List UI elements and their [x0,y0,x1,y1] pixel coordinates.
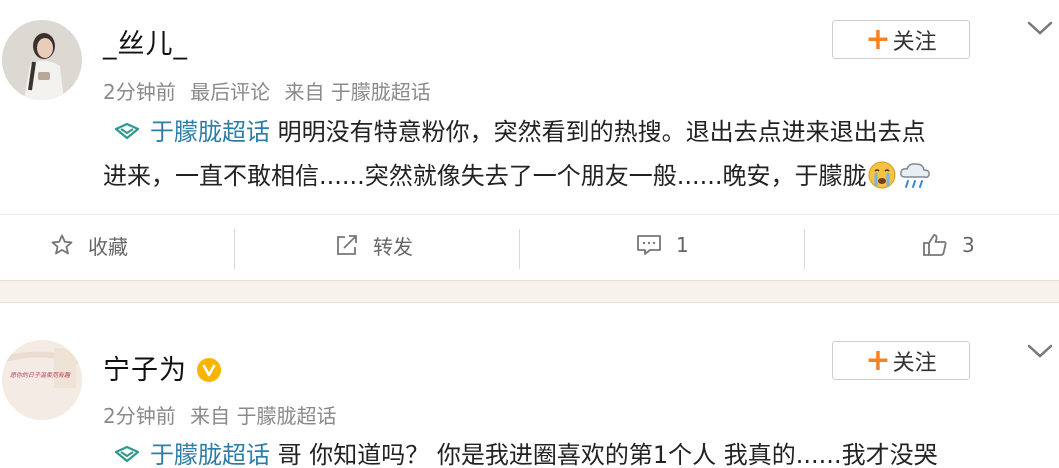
content-line: 进来，一直不敢相信......突然就像失去了一个朋友一般......晚安，于朦胧 [103,154,1038,198]
comment-meta: 2分钟前 来自 于朦胧超话 [103,400,344,429]
favorite-button[interactable]: 收藏 [50,215,128,275]
timestamp: 2分钟前 [103,80,176,104]
chevron-down-icon[interactable] [1026,18,1054,38]
star-icon [51,234,73,255]
card-separator [0,280,1059,303]
divider [804,229,805,269]
comment-count: 1 [676,233,689,257]
action-bar: 收藏 转发 1 3 [0,214,1059,275]
follow-button[interactable]: + 关注 [832,341,970,380]
comment-card: 愿你的日子温柔而有趣 宁子为 2分钟前 来自 于朦胧超话 + 关注 于朦胧超话 … [0,303,1059,468]
username-text[interactable]: 宁子为 [103,355,187,386]
content-line: 于朦胧超话 哥 你知道吗？ 你是我进圈喜欢的第1个人 我真的......我才没哭 [100,433,1038,468]
follow-label: 关注 [892,350,937,376]
like-count: 3 [962,233,975,257]
plus-icon: + [865,342,891,378]
avatar[interactable] [2,20,82,100]
favorite-label: 收藏 [88,234,128,259]
username[interactable]: _丝儿_ [103,22,188,61]
super-topic-link[interactable]: 于朦胧超话 [150,441,270,468]
repost-button[interactable]: 转发 [335,215,413,275]
crying-emoji-icon [868,161,896,189]
comment-meta: 2分钟前 最后评论 来自 于朦胧超话 [103,76,439,105]
comment-text: 于朦胧超话 哥 你知道吗？ 你是我进圈喜欢的第1个人 我真的......我才没哭 [103,433,1038,468]
content-line1: 明明没有特意粉你，突然看到的热搜。退出去点进来退出去点 [277,118,926,146]
avatar-text: 愿你的日子温柔而有趣 [10,372,71,379]
content-line1: 哥 你知道吗？ 你是我进圈喜欢的第1个人 我真的......我才没哭 [277,441,938,468]
divider [519,229,520,269]
comment-card: _丝儿_ 2分钟前 最后评论 来自 于朦胧超话 + 关注 于朦胧超话 明明没有特… [0,0,1059,280]
source-link[interactable]: 来自 于朦胧超话 [190,404,336,428]
divider [234,229,235,269]
content-line2: 进来，一直不敢相信......突然就像失去了一个朋友一般......晚安，于朦胧 [103,162,867,190]
repost-icon [337,235,357,255]
chevron-down-icon[interactable] [1026,341,1054,361]
follow-label: 关注 [892,29,937,55]
rain-cloud-emoji-icon [899,163,930,188]
timestamp: 2分钟前 [103,404,176,428]
like-button[interactable]: 3 [922,215,975,275]
comment-text: 于朦胧超话 明明没有特意粉你，突然看到的热搜。退出去点进来退出去点 进来，一直不… [103,110,1038,198]
meta-label: 最后评论 [190,80,271,104]
follow-button[interactable]: + 关注 [832,20,970,59]
like-icon [923,234,947,256]
super-topic-icon [114,445,140,463]
avatar[interactable]: 愿你的日子温柔而有趣 [2,340,82,420]
super-topic-link[interactable]: 于朦胧超话 [150,118,270,146]
username: 宁子为 [103,348,221,387]
repost-label: 转发 [373,234,413,259]
plus-icon: + [865,21,891,57]
super-topic-icon [114,122,140,140]
source-link[interactable]: 来自 于朦胧超话 [284,80,430,104]
comment-icon [637,235,661,255]
content-line: 于朦胧超话 明明没有特意粉你，突然看到的热搜。退出去点进来退出去点 [100,110,1038,154]
verified-badge-icon [197,357,221,382]
comment-button[interactable]: 1 [636,215,689,275]
